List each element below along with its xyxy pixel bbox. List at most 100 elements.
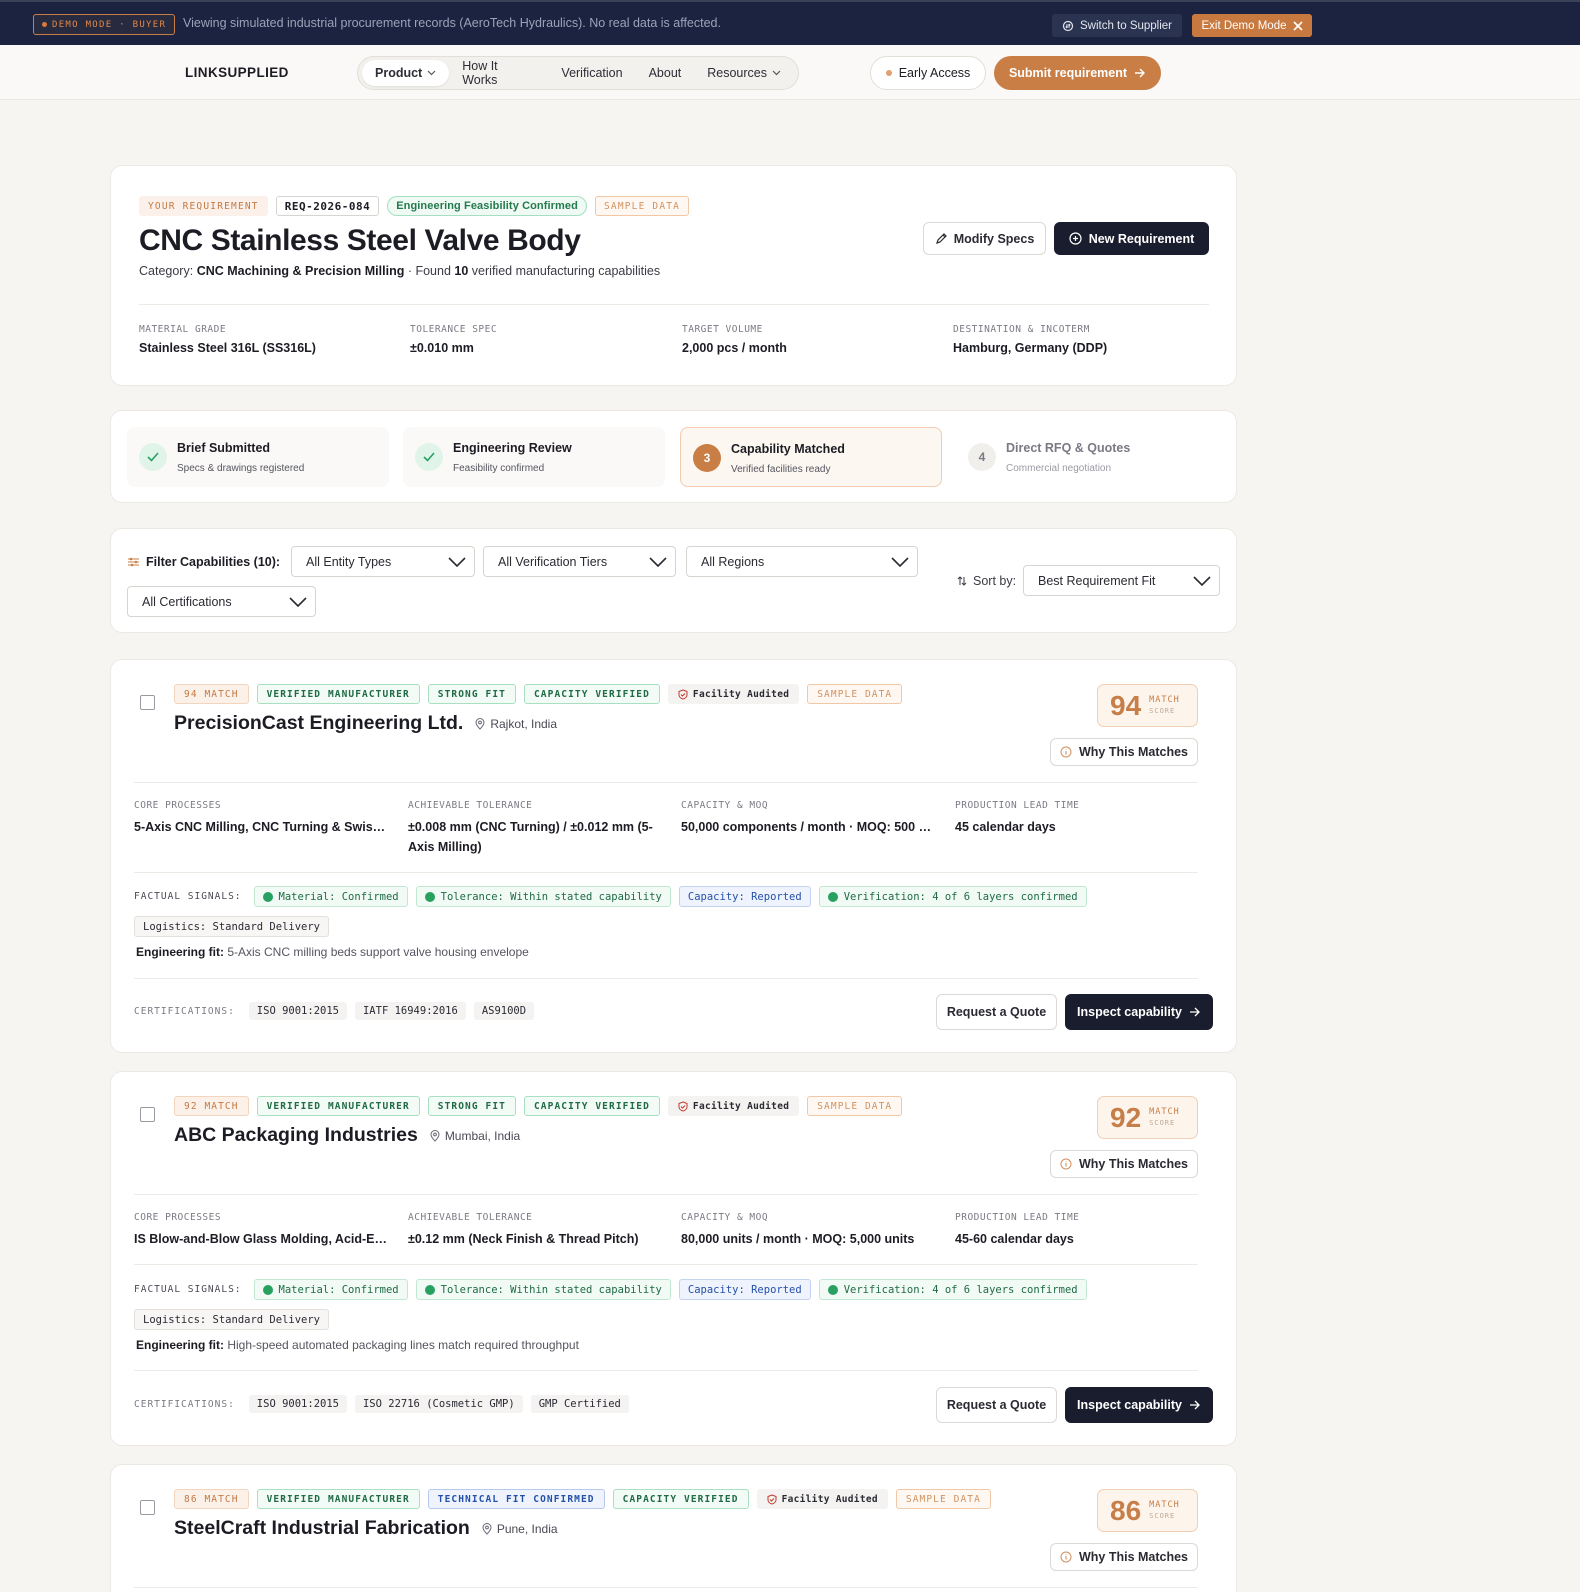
nav-menu: Product How It Works Verification About … (357, 56, 799, 90)
supplier-card: 86 MATCH VERIFIED MANUFACTURER TECHNICAL… (110, 1464, 1237, 1592)
certification-badge: ISO 22716 (Cosmetic GMP) (354, 1395, 523, 1413)
spec-volume: TARGET VOLUME 2,000 pcs / month (682, 324, 787, 355)
nav-item-resources[interactable]: Resources (694, 60, 794, 86)
chevron-down-icon (427, 70, 436, 76)
chevron-down-icon (649, 556, 667, 567)
supplier-badges: 92 MATCH VERIFIED MANUFACTURER STRONG FI… (174, 1096, 903, 1116)
step-number: 4 (968, 443, 996, 471)
supplier-card: 92 MATCH VERIFIED MANUFACTURER STRONG FI… (110, 1071, 1237, 1446)
exit-demo-mode-button[interactable]: Exit Demo Mode (1192, 14, 1312, 37)
check-icon (827, 891, 838, 902)
main-nav: LINKSUPPLIED Product How It Works Verifi… (0, 45, 1580, 100)
core-processes: CORE PROCESSES 5-Axis CNC Milling, CNC Tu… (134, 800, 389, 834)
select-checkbox[interactable] (140, 1500, 155, 1515)
requirement-tags: YOUR REQUIREMENT REQ-2026-084 Engineerin… (139, 196, 690, 216)
supplier-name[interactable]: SteelCraft Industrial Fabrication Pune, … (174, 1517, 558, 1540)
shield-icon (767, 1493, 777, 1505)
arrow-right-icon (1189, 1400, 1200, 1410)
sample-data-tag: SAMPLE DATA (895, 1489, 991, 1509)
inspect-capability-button[interactable]: Inspect capability (1065, 994, 1213, 1030)
sliders-icon (128, 557, 139, 567)
request-quote-button[interactable]: Request a Quote (936, 1387, 1057, 1423)
submit-requirement-button[interactable]: Submit requirement (994, 56, 1161, 90)
verification-tier-select[interactable]: All Verification Tiers (483, 546, 676, 577)
divider (134, 1194, 1198, 1195)
map-pin-icon (475, 717, 485, 730)
why-this-matches-button[interactable]: Why This Matches (1050, 738, 1198, 766)
verified-manufacturer-badge: VERIFIED MANUFACTURER (256, 1489, 420, 1509)
inspect-capability-button[interactable]: Inspect capability (1065, 1387, 1213, 1423)
nav-item-product[interactable]: Product (362, 60, 450, 86)
filter-bar: Filter Capabilities (10): All Entity Typ… (110, 528, 1237, 633)
signal-tolerance: Tolerance: Within stated capability (415, 886, 671, 907)
divider (134, 782, 1198, 783)
factual-signals: FACTUAL SIGNALS: Material: Confirmed Tol… (134, 1279, 1134, 1300)
facility-audited-badge: Facility Audited (667, 1096, 800, 1116)
supplier-name[interactable]: ABC Packaging Industries Mumbai, India (174, 1124, 520, 1147)
check-icon (424, 1284, 435, 1295)
why-this-matches-button[interactable]: Why This Matches (1050, 1150, 1198, 1178)
progress-steps: Brief Submitted Specs & drawings registe… (110, 410, 1237, 503)
signal-material: Material: Confirmed (253, 886, 408, 907)
capacity-verified-badge: CAPACITY VERIFIED (523, 1096, 660, 1116)
nav-item-about[interactable]: About (636, 60, 695, 86)
info-icon (1060, 746, 1072, 758)
chevron-down-icon (772, 70, 781, 76)
sort-select[interactable]: Best Requirement Fit (1023, 565, 1220, 596)
step-number: 3 (693, 444, 721, 472)
factual-signals-row-2: Logistics: Standard Delivery (134, 1309, 1134, 1330)
certification-badge: ISO 9001:2015 (248, 1395, 347, 1413)
engineering-fit: Engineering fit: High-speed automated pa… (136, 1338, 579, 1352)
close-icon (1292, 20, 1303, 31)
early-access-button[interactable]: Early Access (870, 56, 986, 90)
info-icon (1060, 1158, 1072, 1170)
request-quote-button[interactable]: Request a Quote (936, 994, 1057, 1030)
chevron-down-icon (1193, 575, 1211, 586)
demo-mode-message: Viewing simulated industrial procurement… (183, 16, 721, 30)
engineering-fit: Engineering fit: 5-Axis CNC milling beds… (136, 945, 529, 959)
plus-circle-icon (1069, 232, 1082, 245)
demo-mode-bar: DEMO MODE · BUYER Viewing simulated indu… (0, 0, 1580, 45)
divider (134, 1587, 1198, 1588)
check-icon (262, 891, 273, 902)
map-pin-icon (482, 1522, 492, 1535)
supplier-badges: 86 MATCH VERIFIED MANUFACTURER TECHNICAL… (174, 1489, 991, 1509)
step-brief-submitted: Brief Submitted Specs & drawings registe… (127, 427, 389, 487)
why-this-matches-button[interactable]: Why This Matches (1050, 1543, 1198, 1571)
switch-to-supplier-button[interactable]: Switch to Supplier (1052, 14, 1182, 37)
new-requirement-button[interactable]: New Requirement (1054, 222, 1209, 255)
match-score: 94 MATCH SCORE (1097, 684, 1198, 727)
chevron-down-icon (289, 596, 307, 607)
certification-badge: AS9100D (473, 1002, 535, 1020)
chevron-down-icon (448, 556, 466, 567)
status-dot-icon (42, 22, 47, 27)
select-checkbox[interactable] (140, 695, 155, 710)
nav-item-how-it-works[interactable]: How It Works (449, 59, 548, 87)
certifications: CERTIFICATIONS: ISO 9001:2015 IATF 16949… (134, 1002, 535, 1020)
step-capability-matched: 3 Capability Matched Verified facilities… (680, 427, 942, 487)
supplier-name[interactable]: PrecisionCast Engineering Ltd. Rajkot, I… (174, 712, 557, 735)
select-checkbox[interactable] (140, 1107, 155, 1122)
brand-logo[interactable]: LINKSUPPLIED (185, 65, 289, 80)
check-icon (424, 891, 435, 902)
match-score: 92 MATCH SCORE (1097, 1096, 1198, 1139)
verified-manufacturer-badge: VERIFIED MANUFACTURER (256, 684, 420, 704)
certifications-select[interactable]: All Certifications (127, 586, 316, 617)
shield-icon (678, 1100, 688, 1112)
supplier-card: 94 MATCH VERIFIED MANUFACTURER STRONG FI… (110, 659, 1237, 1053)
production-lead-time: PRODUCTION LEAD TIME 45 calendar days (955, 800, 1080, 834)
signal-material: Material: Confirmed (253, 1279, 408, 1300)
step-direct-rfq: 4 Direct RFQ & Quotes Commercial negotia… (956, 427, 1218, 487)
verified-manufacturer-badge: VERIFIED MANUFACTURER (256, 1096, 420, 1116)
certification-badge: IATF 16949:2016 (354, 1002, 466, 1020)
status-dot-icon (885, 70, 892, 76)
entity-type-select[interactable]: All Entity Types (291, 546, 475, 577)
regions-select[interactable]: All Regions (686, 546, 918, 577)
map-pin-icon (430, 1129, 440, 1142)
divider (134, 872, 1198, 873)
signal-logistics: Logistics: Standard Delivery (134, 916, 330, 937)
nav-item-verification[interactable]: Verification (548, 60, 635, 86)
match-badge: 92 MATCH (174, 1096, 249, 1116)
filter-label: Filter Capabilities (10): (128, 555, 280, 569)
modify-specs-button[interactable]: Modify Specs (923, 222, 1046, 255)
